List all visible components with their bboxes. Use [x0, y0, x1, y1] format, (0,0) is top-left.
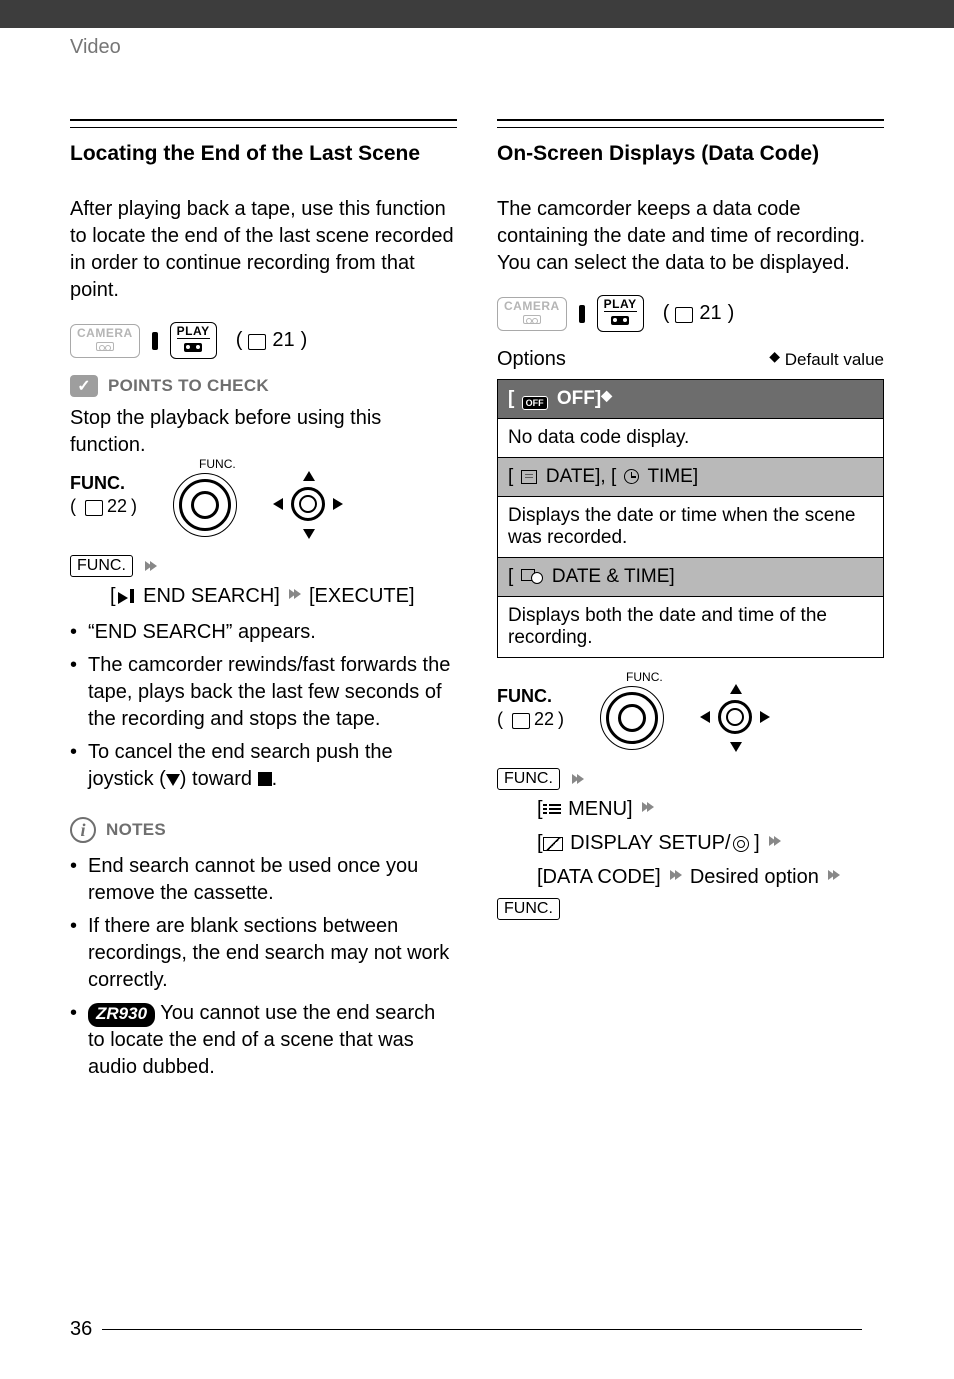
clock-icon: [624, 469, 639, 484]
calendar-clock-icon: [521, 569, 543, 584]
end-search-icon: [118, 583, 134, 613]
down-triangle-icon: [166, 774, 180, 786]
mode-separator: [152, 332, 158, 350]
step-line: [DATA CODE] Desired option: [497, 862, 884, 892]
language-icon: [733, 836, 749, 852]
display-icon: [543, 837, 563, 851]
mode-play: PLAY: [597, 295, 644, 332]
options-table: [ OFF OFF]◆ No data code display. [ DATE…: [497, 379, 884, 658]
func-box: FUNC.: [497, 768, 560, 790]
chevron-icon: [141, 557, 159, 575]
func-dial-icon: FUNC.: [600, 686, 664, 750]
opt-datetime-head: [ DATE], [ TIME]: [498, 458, 884, 497]
result-bullets: “END SEARCH” appears. The camcorder rewi…: [70, 619, 457, 793]
check-icon: ✓: [70, 375, 98, 397]
opt-both-desc: Displays both the date and time of the r…: [498, 597, 884, 658]
mode-camera: CAMERA: [497, 297, 567, 331]
default-label: ◆ Default value: [769, 350, 884, 370]
list-item: If there are blank sections between reco…: [70, 913, 457, 994]
left-intro: After playing back a tape, use this func…: [70, 196, 457, 304]
chevron-icon: [666, 866, 684, 884]
opt-both-head: [ DATE & TIME]: [498, 558, 884, 597]
notes-heading: NOTES: [106, 820, 166, 840]
func-row: FUNC. ( 22) FUNC.: [70, 473, 457, 537]
menu-icon: [543, 803, 561, 817]
points-heading: POINTS TO CHECK: [108, 376, 269, 396]
joystick-icon: [700, 686, 770, 750]
list-item: “END SEARCH” appears.: [70, 619, 457, 646]
func-dial-icon: FUNC.: [173, 473, 237, 537]
chevron-icon: [285, 585, 303, 603]
step-line: [ MENU]: [497, 794, 884, 824]
opt-off-desc: No data code display.: [498, 419, 884, 458]
list-item: ZR930 You cannot use the end search to l…: [70, 1000, 457, 1081]
page-number: 36: [70, 1318, 862, 1341]
mode-row: CAMERA PLAY ( 21): [497, 295, 884, 332]
points-body: Stop the playback before using this func…: [70, 405, 457, 459]
top-bar: [0, 0, 954, 28]
opt-datetime-desc: Displays the date or time when the scene…: [498, 497, 884, 558]
func-label: FUNC.: [70, 473, 137, 494]
list-item: End search cannot be used once you remov…: [70, 853, 457, 907]
stop-icon: [258, 772, 272, 786]
section-label: Video: [70, 36, 121, 58]
mode-camera: CAMERA: [70, 324, 140, 358]
list-item: The camcorder rewinds/fast forwards the …: [70, 652, 457, 733]
book-icon: [85, 500, 103, 514]
options-label: Options: [497, 348, 566, 371]
step-line: [ END SEARCH] [EXECUTE]: [70, 581, 457, 613]
chevron-icon: [638, 798, 656, 816]
model-badge: ZR930: [88, 1003, 155, 1027]
opt-off-head: [ OFF OFF]◆: [498, 380, 884, 419]
func-label: FUNC.: [497, 686, 564, 707]
chevron-icon: [765, 832, 783, 850]
func-ref: 22: [534, 709, 554, 730]
list-item: To cancel the end search push the joysti…: [70, 739, 457, 793]
chevron-icon: [568, 770, 586, 788]
page-ref: ( 21): [225, 329, 308, 352]
mode-play: PLAY: [170, 322, 217, 359]
chevron-icon: [824, 866, 842, 884]
book-icon: [675, 307, 693, 321]
right-column: On-Screen Displays (Data Code) The camco…: [497, 119, 884, 1087]
page-ref: ( 21): [652, 302, 735, 325]
book-icon: [512, 713, 530, 727]
func-row: FUNC. ( 22) FUNC.: [497, 686, 884, 750]
func-box: FUNC.: [70, 555, 133, 577]
notes-bullets: End search cannot be used once you remov…: [70, 853, 457, 1081]
right-intro: The camcorder keeps a data code containi…: [497, 196, 884, 277]
calendar-icon: [521, 470, 537, 484]
joystick-icon: [273, 473, 343, 537]
mode-row: CAMERA PLAY ( 21): [70, 322, 457, 359]
off-icon: OFF: [522, 396, 548, 410]
func-box: FUNC.: [497, 898, 560, 920]
left-title: Locating the End of the Last Scene: [70, 142, 457, 166]
right-title: On-Screen Displays (Data Code): [497, 142, 884, 166]
func-ref: 22: [107, 496, 127, 517]
step-line: [ DISPLAY SETUP/ ]: [497, 828, 884, 858]
info-icon: i: [70, 817, 96, 843]
left-column: Locating the End of the Last Scene After…: [70, 119, 457, 1087]
book-icon: [248, 334, 266, 348]
mode-separator: [579, 305, 585, 323]
